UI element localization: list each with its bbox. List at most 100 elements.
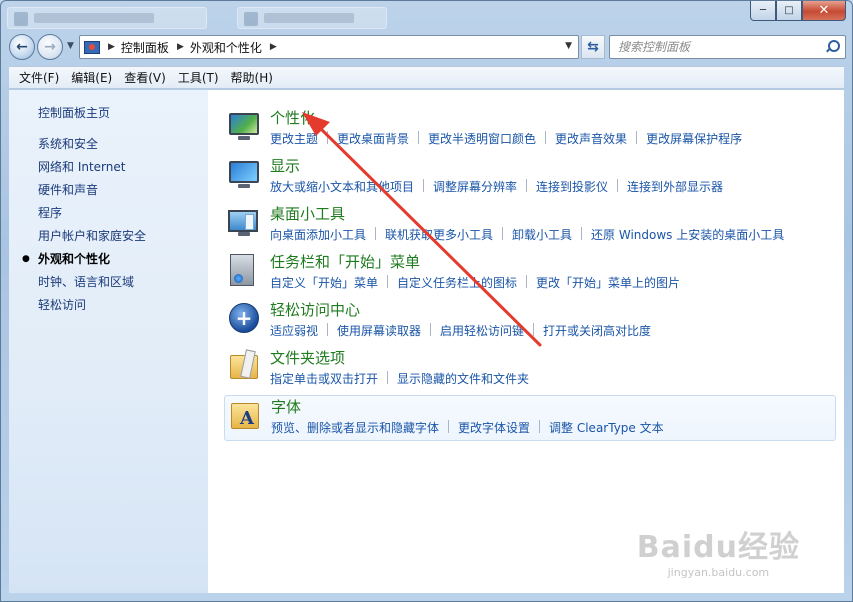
personalization-icon[interactable]: [228, 110, 260, 142]
link-separator: [387, 371, 389, 384]
link-separator: [545, 131, 547, 144]
watermark: Baidu经验 jingyan.baidu.com: [637, 522, 800, 579]
ease-of-access-icon[interactable]: [228, 302, 260, 334]
search-box[interactable]: [609, 35, 846, 59]
chevron-right-icon[interactable]: ▶: [270, 42, 277, 52]
link-preview-fonts[interactable]: 预览、删除或者显示和隐藏字体: [271, 419, 439, 436]
link-show-hidden[interactable]: 显示隐藏的文件和文件夹: [397, 370, 529, 387]
refresh-icon: ⇆: [587, 39, 599, 55]
category-title[interactable]: 文件夹选项: [270, 347, 345, 368]
gadgets-icon[interactable]: [228, 206, 260, 238]
link-low-vision[interactable]: 适应弱视: [270, 322, 318, 339]
address-bar[interactable]: ▶ 控制面板 ▶ 外观和个性化 ▶ ▼: [79, 35, 579, 59]
category-ease-of-access: 轻松访问中心 适应弱视 使用屏幕读取器 启用轻松访问键 打开或关闭高对比度: [223, 299, 835, 345]
back-arrow-icon: ←: [16, 39, 28, 55]
sidebar-item-hardware-sound[interactable]: 硬件和声音: [38, 182, 146, 205]
link-high-contrast[interactable]: 打开或关闭高对比度: [543, 322, 651, 339]
link-separator: [418, 131, 420, 144]
breadcrumb-appearance[interactable]: 外观和个性化: [190, 39, 262, 56]
sidebar-item-network[interactable]: 网络和 Internet: [38, 159, 146, 182]
link-access-keys[interactable]: 启用轻松访问键: [440, 322, 524, 339]
watermark-url: jingyan.baidu.com: [667, 566, 770, 579]
link-uninstall-gadget[interactable]: 卸载小工具: [512, 226, 572, 243]
category-title[interactable]: 显示: [270, 155, 300, 176]
window-frame: ─ □ ✕ ← → ▼ ▶ 控制面板 ▶ 外观和个性化 ▶ ▼ ⇆ 文件(F) …: [0, 0, 853, 602]
link-add-gadget[interactable]: 向桌面添加小工具: [270, 226, 366, 243]
background-tab[interactable]: [7, 7, 207, 29]
link-taskbar-icons[interactable]: 自定义任务栏上的图标: [397, 274, 517, 291]
link-restore-gadgets[interactable]: 还原 Windows 上安装的桌面小工具: [591, 226, 784, 243]
chevron-right-icon[interactable]: ▶: [108, 42, 115, 52]
display-icon[interactable]: [228, 158, 260, 190]
link-cleartype[interactable]: 调整 ClearType 文本: [549, 419, 664, 436]
menu-file[interactable]: 文件(F): [13, 69, 65, 86]
taskbar-icon[interactable]: [228, 254, 260, 286]
category-title[interactable]: 字体: [271, 396, 301, 417]
main-panel: 个性化 更改主题 更改桌面背景 更改半透明窗口颜色 更改声音效果 更改屏幕保护程…: [208, 90, 844, 593]
category-fonts: 字体 预览、删除或者显示和隐藏字体 更改字体设置 调整 ClearType 文本: [224, 395, 836, 441]
close-button[interactable]: ✕: [802, 1, 846, 21]
breadcrumb-control-panel[interactable]: 控制面板: [121, 39, 169, 56]
category-links: 指定单击或双击打开 显示隐藏的文件和文件夹: [270, 370, 529, 387]
back-button[interactable]: ←: [9, 34, 35, 60]
category-links: 预览、删除或者显示和隐藏字体 更改字体设置 调整 ClearType 文本: [271, 419, 664, 436]
link-separator: [539, 420, 541, 433]
category-links: 更改主题 更改桌面背景 更改半透明窗口颜色 更改声音效果 更改屏幕保护程序: [270, 130, 742, 147]
link-change-theme[interactable]: 更改主题: [270, 130, 318, 147]
minimize-button[interactable]: ─: [750, 1, 776, 21]
sidebar-home-link[interactable]: 控制面板主页: [38, 104, 110, 121]
sidebar: 控制面板主页 系统和安全 网络和 Internet 硬件和声音 程序 用户帐户和…: [9, 90, 208, 593]
refresh-button[interactable]: ⇆: [581, 35, 605, 59]
sidebar-item-ease-of-access[interactable]: 轻松访问: [38, 297, 146, 320]
link-font-settings[interactable]: 更改字体设置: [458, 419, 530, 436]
link-screen-saver[interactable]: 更改屏幕保护程序: [646, 130, 742, 147]
category-links: 放大或缩小文本和其他项目 调整屏幕分辨率 连接到投影仪 连接到外部显示器: [270, 178, 723, 195]
link-get-more-gadgets[interactable]: 联机获取更多小工具: [385, 226, 493, 243]
category-display: 显示 放大或缩小文本和其他项目 调整屏幕分辨率 连接到投影仪 连接到外部显示器: [223, 155, 835, 201]
maximize-button[interactable]: □: [776, 1, 802, 21]
link-change-background[interactable]: 更改桌面背景: [337, 130, 409, 147]
category-title[interactable]: 轻松访问中心: [270, 299, 360, 320]
link-resolution[interactable]: 调整屏幕分辨率: [433, 178, 517, 195]
link-text-size[interactable]: 放大或缩小文本和其他项目: [270, 178, 414, 195]
menu-tools[interactable]: 工具(T): [172, 69, 225, 86]
background-tab[interactable]: [237, 7, 387, 29]
link-projector[interactable]: 连接到投影仪: [536, 178, 608, 195]
forward-button[interactable]: →: [37, 34, 63, 60]
menu-view[interactable]: 查看(V): [118, 69, 172, 86]
caption-buttons: ─ □ ✕: [750, 1, 846, 21]
category-folder-options: 文件夹选项 指定单击或双击打开 显示隐藏的文件和文件夹: [223, 347, 835, 393]
sidebar-item-clock-language[interactable]: 时钟、语言和区域: [38, 274, 146, 297]
link-sound-effects[interactable]: 更改声音效果: [555, 130, 627, 147]
recent-pages-dropdown[interactable]: ▼: [67, 41, 74, 51]
search-icon[interactable]: [825, 40, 840, 54]
menu-bar: 文件(F) 编辑(E) 查看(V) 工具(T) 帮助(H): [9, 66, 844, 89]
address-dropdown-icon[interactable]: ▼: [565, 41, 572, 51]
link-start-picture[interactable]: 更改「开始」菜单上的图片: [536, 274, 680, 291]
sidebar-item-programs[interactable]: 程序: [38, 205, 146, 228]
category-links: 自定义「开始」菜单 自定义任务栏上的图标 更改「开始」菜单上的图片: [270, 274, 680, 291]
chevron-right-icon[interactable]: ▶: [177, 42, 184, 52]
link-window-color[interactable]: 更改半透明窗口颜色: [428, 130, 536, 147]
category-title[interactable]: 个性化: [270, 107, 315, 128]
sidebar-item-user-accounts[interactable]: 用户帐户和家庭安全: [38, 228, 146, 251]
category-title[interactable]: 任务栏和「开始」菜单: [270, 251, 420, 272]
link-screen-reader[interactable]: 使用屏幕读取器: [337, 322, 421, 339]
link-separator: [581, 227, 583, 240]
link-customize-start[interactable]: 自定义「开始」菜单: [270, 274, 378, 291]
link-separator: [502, 227, 504, 240]
folder-options-icon[interactable]: [228, 350, 260, 382]
link-separator: [533, 323, 535, 336]
link-click-options[interactable]: 指定单击或双击打开: [270, 370, 378, 387]
search-input[interactable]: [618, 40, 818, 54]
link-separator: [375, 227, 377, 240]
menu-edit[interactable]: 编辑(E): [65, 69, 118, 86]
menu-help[interactable]: 帮助(H): [225, 69, 279, 86]
link-separator: [423, 179, 425, 192]
content-area: 控制面板主页 系统和安全 网络和 Internet 硬件和声音 程序 用户帐户和…: [9, 90, 844, 593]
category-title[interactable]: 桌面小工具: [270, 203, 345, 224]
sidebar-item-system-security[interactable]: 系统和安全: [38, 136, 146, 159]
link-external-display[interactable]: 连接到外部显示器: [627, 178, 723, 195]
fonts-icon[interactable]: [229, 399, 261, 431]
sidebar-list: 系统和安全 网络和 Internet 硬件和声音 程序 用户帐户和家庭安全 外观…: [22, 136, 146, 320]
